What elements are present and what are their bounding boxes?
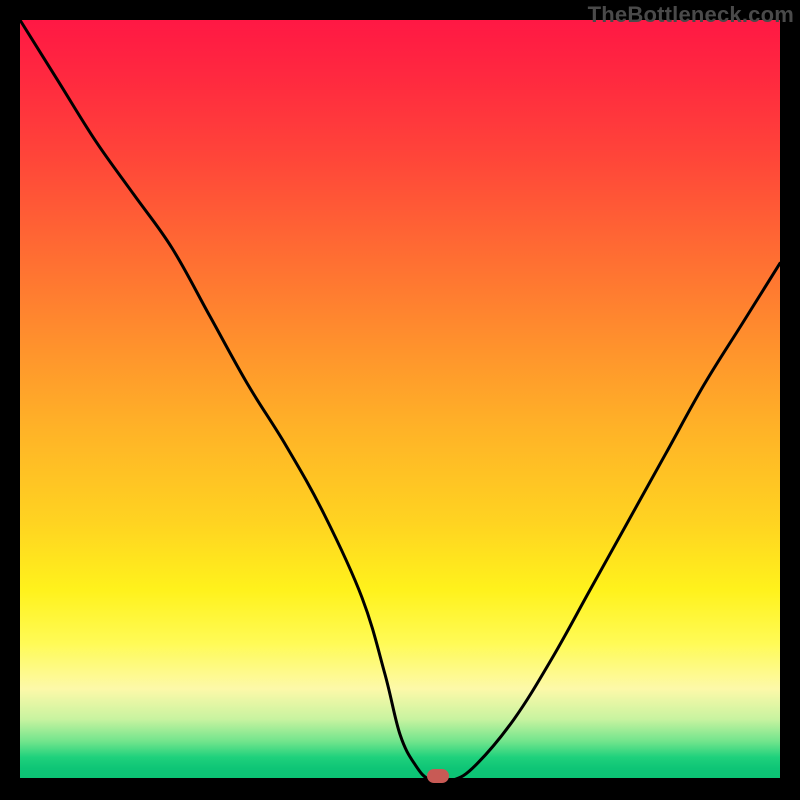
bottleneck-curve: [20, 20, 780, 780]
chart-frame: TheBottleneck.com: [0, 0, 800, 800]
curve-line: [20, 20, 780, 782]
optimal-marker: [427, 769, 449, 783]
watermark-text: TheBottleneck.com: [588, 2, 794, 28]
